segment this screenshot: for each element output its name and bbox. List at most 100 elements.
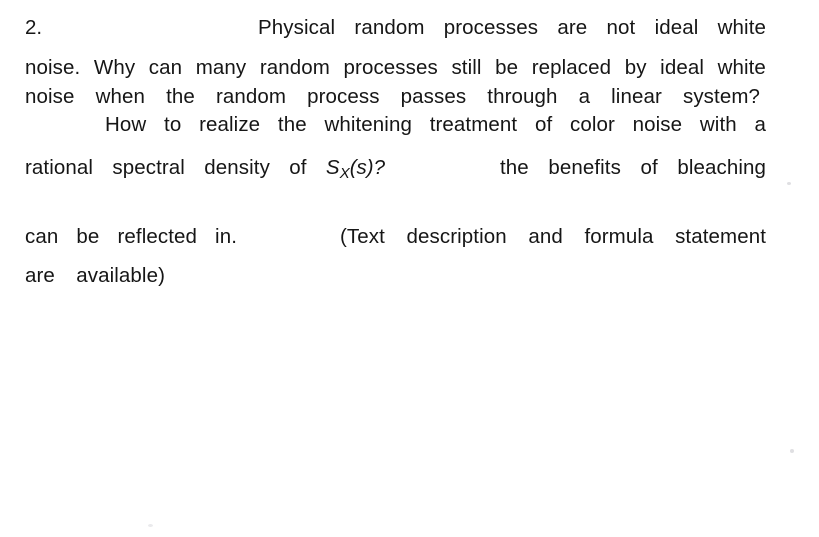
word: linear — [611, 85, 662, 108]
word-gap — [80, 58, 94, 79]
scan-speck — [790, 449, 794, 453]
word: treatment — [429, 113, 518, 136]
text-line-6-right: (Text description and formula statement — [340, 225, 766, 248]
word: Why — [93, 56, 136, 79]
word-gap — [482, 58, 496, 79]
word: formula — [584, 225, 654, 248]
word: realize — [199, 113, 261, 136]
word-gap — [197, 227, 215, 248]
word: can — [148, 56, 183, 79]
word: (Text — [340, 225, 385, 248]
word-gap — [682, 115, 700, 136]
word: ideal — [654, 16, 699, 39]
word-gap — [518, 58, 532, 79]
math-argument: (s) — [349, 156, 374, 179]
word: be — [495, 56, 519, 79]
word: of — [289, 156, 307, 179]
word-gap — [58, 227, 76, 248]
word-gap — [145, 87, 166, 108]
word: passes — [400, 85, 467, 108]
math-trailing-question-mark: ? — [373, 156, 386, 179]
word: when — [95, 85, 145, 108]
word: replaced — [531, 56, 612, 79]
word-gap — [698, 18, 717, 39]
word-gap — [135, 58, 149, 79]
word: description — [406, 225, 507, 248]
word: statement — [675, 225, 766, 248]
word-gap — [563, 227, 585, 248]
word: by — [624, 56, 647, 79]
word-gap — [99, 227, 117, 248]
word: random — [354, 16, 425, 39]
word-gap — [704, 58, 718, 79]
word-gap — [737, 115, 755, 136]
question-number: 2. — [25, 16, 43, 39]
scan-speck — [787, 182, 791, 185]
document-page: 2. Physical random processes are not ide… — [0, 0, 819, 537]
math-subscript: X — [339, 164, 350, 182]
word: random — [215, 85, 287, 108]
word-gap — [185, 158, 204, 181]
word: density — [204, 156, 270, 179]
word: to — [164, 113, 182, 136]
word: Physical — [258, 16, 336, 39]
word-gap — [335, 18, 354, 39]
word: reflected — [117, 225, 197, 248]
text-line-5-right: the benefits of bleaching — [500, 156, 766, 179]
word-gap — [195, 87, 216, 108]
word: noise — [632, 113, 683, 136]
word-gap — [412, 115, 430, 136]
word-gap — [55, 266, 76, 287]
word-gap — [182, 58, 196, 79]
word-gap — [438, 58, 452, 79]
word: processes — [343, 56, 438, 79]
word-gap — [260, 115, 278, 136]
word: a — [578, 85, 591, 108]
text-line-4: How to realize the whitening treatment o… — [105, 113, 766, 136]
word-gap — [552, 115, 570, 136]
word: process — [307, 85, 380, 108]
word: ideal — [660, 56, 704, 79]
word: the — [500, 156, 529, 179]
word: with — [699, 113, 737, 136]
word: white — [717, 16, 767, 39]
word: are — [557, 16, 588, 39]
text-line-5-left: rational spectral density of SX(s)? — [25, 156, 386, 182]
word: noise — [25, 85, 75, 108]
word-gap — [75, 87, 96, 108]
word-gap — [615, 115, 633, 136]
word: noise. — [25, 56, 81, 79]
word: the — [277, 113, 307, 136]
math-symbol: S — [325, 156, 340, 179]
word: of — [640, 156, 658, 179]
word-gap — [538, 18, 557, 39]
word-gap — [307, 158, 326, 181]
word-gap — [286, 87, 307, 108]
word: rational — [25, 156, 94, 179]
word-gap — [270, 158, 289, 181]
word: benefits — [548, 156, 621, 179]
word: of — [534, 113, 553, 136]
word-gap — [635, 18, 654, 39]
word: spectral — [112, 156, 185, 179]
word: How — [105, 113, 147, 136]
word-gap — [507, 227, 529, 248]
word-gap — [529, 158, 549, 179]
word: are — [25, 264, 55, 287]
word-gap — [590, 87, 611, 108]
word: random — [259, 56, 330, 79]
word-gap — [181, 115, 199, 136]
word: color — [569, 113, 615, 136]
word: whitening — [324, 113, 412, 136]
word-gap — [654, 227, 676, 248]
word-gap — [587, 18, 606, 39]
word-gap — [662, 87, 683, 108]
word-gap — [385, 227, 407, 248]
word: and — [528, 225, 563, 248]
word-gap — [621, 158, 641, 179]
word: still — [451, 56, 482, 79]
word: be — [76, 225, 100, 248]
text-line-3: noise when the random process passes thr… — [25, 85, 760, 108]
word-gap — [146, 115, 164, 136]
word: many — [195, 56, 247, 79]
